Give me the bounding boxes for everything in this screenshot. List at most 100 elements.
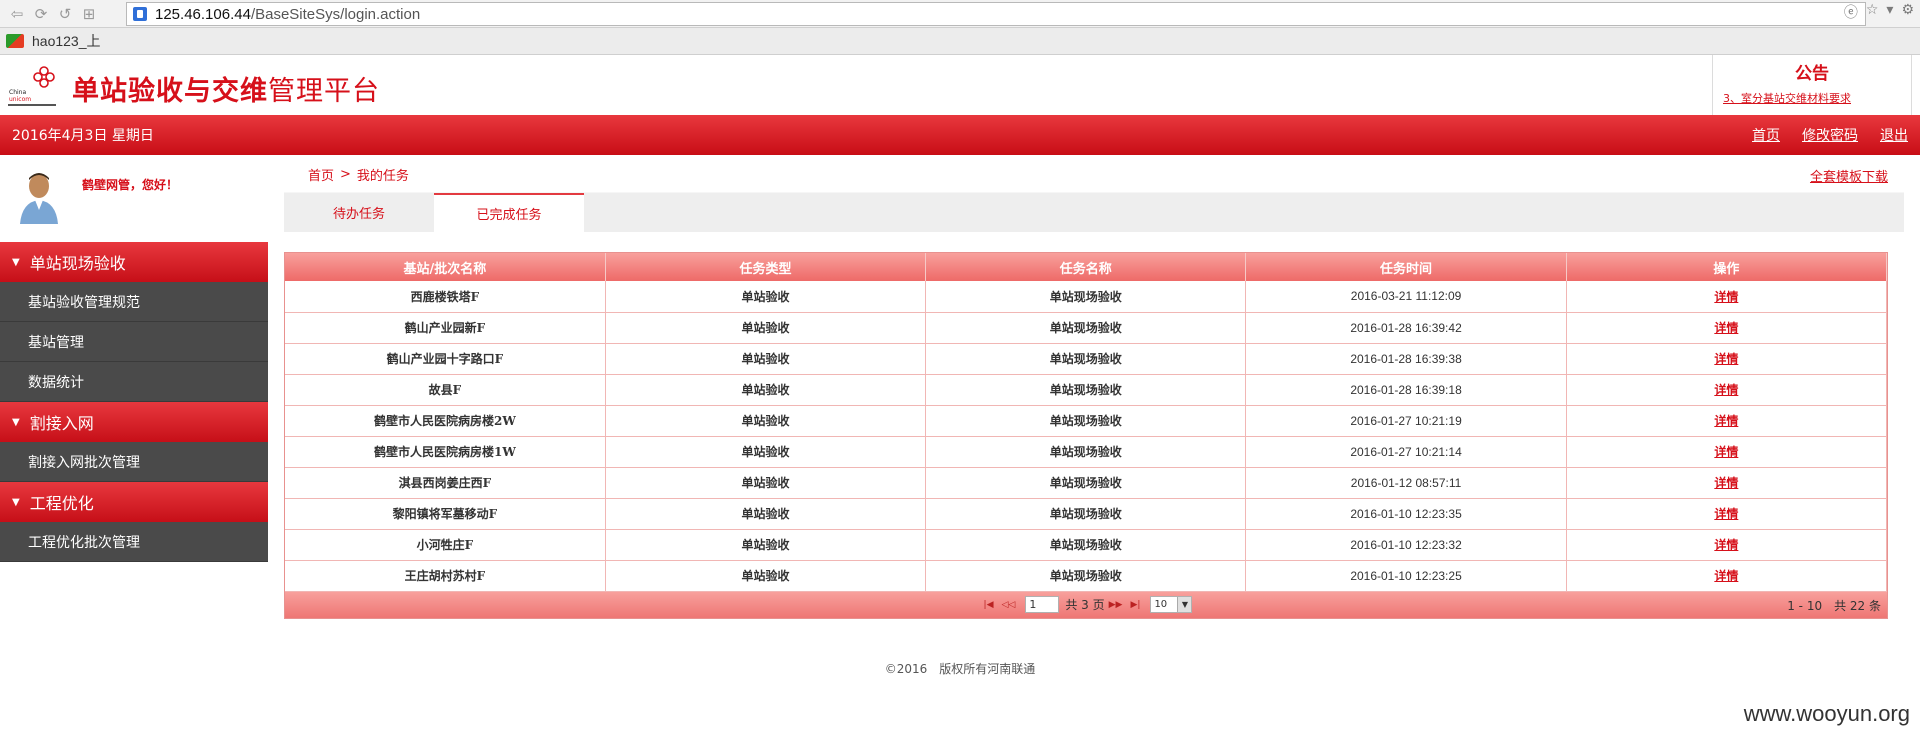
- breadcrumb-current: 我的任务: [356, 168, 409, 184]
- logout-link[interactable]: 退出: [1880, 125, 1908, 145]
- menu-item-optimization-batches[interactable]: 工程优化批次管理: [0, 522, 268, 562]
- cell-task-type: 单站验收: [605, 560, 927, 592]
- details-link[interactable]: 详情: [1566, 312, 1888, 344]
- site-icon: [133, 7, 147, 21]
- user-avatar-icon: [20, 173, 58, 224]
- cell-task-name: 单站现场验收: [925, 529, 1247, 561]
- cell-task-type: 单站验收: [605, 529, 927, 561]
- template-download-link[interactable]: 全套模板下载: [1810, 166, 1888, 185]
- table-row: 故县F 单站验收 单站现场验收 2016-01-28 16:39:18 详情: [285, 374, 1888, 406]
- next-page-icon[interactable]: ▶▶: [1109, 600, 1123, 610]
- header-site-name[interactable]: 基站/批次名称: [285, 253, 606, 281]
- cell-task-name: 单站现场验收: [925, 281, 1247, 313]
- cell-task-type: 单站验收: [605, 374, 927, 406]
- cell-site-name: 黎阳镇将军墓移动F: [285, 498, 606, 530]
- table-row: 鹤山产业园新F 单站验收 单站现场验收 2016-01-28 16:39:42 …: [285, 312, 1888, 344]
- svg-text:China: China: [9, 89, 26, 96]
- page-number-input[interactable]: 1: [1025, 596, 1060, 613]
- browser-right-icons: ⓔ ☆ ▾ ⚙: [1844, 2, 1914, 22]
- main-content: 首页 > 我的任务 全套模板下载 待办任务 已完成任务 基站/批次名称 任务类型…: [284, 156, 1904, 619]
- svg-text:unicom: unicom: [9, 96, 31, 103]
- prev-page-icon[interactable]: ◁◁: [1002, 600, 1016, 610]
- details-link[interactable]: 详情: [1566, 560, 1888, 592]
- breadcrumb: 首页 > 我的任务: [284, 156, 1904, 192]
- cell-task-type: 单站验收: [605, 405, 927, 437]
- dropdown-icon[interactable]: ▾: [1886, 2, 1893, 22]
- site-title-rest: 管理平台: [268, 76, 380, 107]
- page-size-value: 10: [1154, 599, 1168, 610]
- details-link[interactable]: 详情: [1566, 374, 1888, 406]
- current-date: 2016年4月3日 星期日: [12, 128, 154, 144]
- cell-task-type: 单站验收: [605, 467, 927, 499]
- cell-site-name: 淇县西岗姜庄西F: [285, 467, 606, 499]
- header-operation: 操作: [1566, 253, 1888, 281]
- hao123-icon: [6, 34, 24, 48]
- undo-icon[interactable]: ↺: [54, 3, 76, 25]
- cell-task-type: 单站验收: [605, 343, 927, 375]
- details-link[interactable]: 详情: [1566, 529, 1888, 561]
- caret-down-icon: ▼: [12, 416, 20, 428]
- refresh-icon[interactable]: ⟳: [30, 3, 52, 25]
- details-link[interactable]: 详情: [1566, 343, 1888, 375]
- notice-item[interactable]: 3、室分基站交维材料要求: [1723, 90, 1911, 106]
- table-row: 鹤山产业园十字路口F 单站验收 单站现场验收 2016-01-28 16:39:…: [285, 343, 1888, 375]
- details-link[interactable]: 详情: [1566, 405, 1888, 437]
- tools-icon[interactable]: ⚙: [1901, 2, 1914, 22]
- home-link[interactable]: 首页: [1752, 125, 1780, 145]
- details-link[interactable]: 详情: [1566, 498, 1888, 530]
- menu-item-statistics[interactable]: 数据统计: [0, 362, 268, 402]
- star-icon[interactable]: ☆: [1866, 2, 1879, 22]
- cell-task-time: 2016-01-27 10:21:19: [1245, 405, 1567, 437]
- menu-item-acceptance-rules[interactable]: 基站验收管理规范: [0, 282, 268, 322]
- change-password-link[interactable]: 修改密码: [1802, 125, 1858, 145]
- address-bar[interactable]: 125.46.106.44/BaseSiteSys/login.action: [126, 2, 1866, 26]
- menu-item-site-management[interactable]: 基站管理: [0, 322, 268, 362]
- china-unicom-logo: China unicom: [8, 66, 66, 106]
- header-task-time[interactable]: 任务时间: [1245, 253, 1567, 281]
- cell-task-type: 单站验收: [605, 281, 927, 313]
- menu-group-optimization[interactable]: ▼ 工程优化: [0, 482, 268, 522]
- menu-group-label: 割接入网: [29, 414, 94, 433]
- table-row: 淇县西岗姜庄西F 单站验收 单站现场验收 2016-01-12 08:57:11…: [285, 467, 1888, 499]
- header-task-name[interactable]: 任务名称: [925, 253, 1247, 281]
- cell-task-time: 2016-01-12 08:57:11: [1245, 467, 1567, 499]
- details-link[interactable]: 详情: [1566, 281, 1888, 313]
- menu-item-cutover-batches[interactable]: 割接入网批次管理: [0, 442, 268, 482]
- details-link[interactable]: 详情: [1566, 436, 1888, 468]
- task-table-grid: 基站/批次名称 任务类型 任务名称 任务时间 操作 西鹿楼铁塔F 单站验收 单站…: [285, 253, 1888, 592]
- last-page-icon[interactable]: ▶|: [1130, 600, 1140, 610]
- watermark: www.wooyun.org: [1743, 701, 1910, 726]
- back-icon[interactable]: ⇦: [6, 3, 28, 25]
- top-bar: 2016年4月3日 星期日 首页 修改密码 退出: [0, 115, 1920, 155]
- menu-group-site-acceptance[interactable]: ▼ 单站现场验收: [0, 242, 268, 282]
- tab-pending[interactable]: 待办任务: [284, 193, 434, 232]
- details-link[interactable]: 详情: [1566, 467, 1888, 499]
- user-greeting: 鹤壁网管，您好！: [82, 178, 179, 192]
- sidebar: 鹤壁网管，您好！ ▼ 单站现场验收 基站验收管理规范 基站管理 数据统计 ▼ 割…: [0, 156, 268, 562]
- cell-task-type: 单站验收: [605, 498, 927, 530]
- menu-group-label: 工程优化: [29, 494, 94, 513]
- menu-group-cutover[interactable]: ▼ 割接入网: [0, 402, 268, 442]
- header-task-type[interactable]: 任务类型: [605, 253, 927, 281]
- table-row: 鹤壁市人民医院病房楼2W 单站验收 单站现场验收 2016-01-27 10:2…: [285, 405, 1888, 437]
- cell-task-name: 单站现场验收: [925, 560, 1247, 592]
- tab-completed[interactable]: 已完成任务: [434, 193, 584, 232]
- caret-down-icon: ▼: [12, 256, 20, 268]
- table-row: 王庄胡村苏村F 单站验收 单站现场验收 2016-01-10 12:23:25 …: [285, 560, 1888, 592]
- table-header-row: 基站/批次名称 任务类型 任务名称 任务时间 操作: [285, 253, 1888, 281]
- breadcrumb-home[interactable]: 首页: [308, 165, 334, 184]
- table-row: 黎阳镇将军墓移动F 单站验收 单站现场验收 2016-01-10 12:23:3…: [285, 498, 1888, 530]
- url-host: 125.46.106.44: [155, 5, 251, 23]
- cell-task-name: 单站现场验收: [925, 343, 1247, 375]
- menu-group-label: 单站现场验收: [29, 254, 126, 273]
- ie-icon[interactable]: ⓔ: [1844, 2, 1858, 22]
- page-size-select[interactable]: 10 ▼: [1150, 596, 1193, 613]
- first-page-icon[interactable]: |◀: [984, 600, 994, 610]
- cell-task-time: 2016-01-28 16:39:18: [1245, 374, 1567, 406]
- cell-site-name: 鹤壁市人民医院病房楼1W: [285, 436, 606, 468]
- cell-site-name: 小河牲庄F: [285, 529, 606, 561]
- grid-icon[interactable]: ⊞: [78, 3, 100, 25]
- bookmark-hao123[interactable]: hao123_上: [32, 31, 101, 51]
- cell-site-name: 西鹿楼铁塔F: [285, 281, 606, 313]
- cell-task-name: 单站现场验收: [925, 436, 1247, 468]
